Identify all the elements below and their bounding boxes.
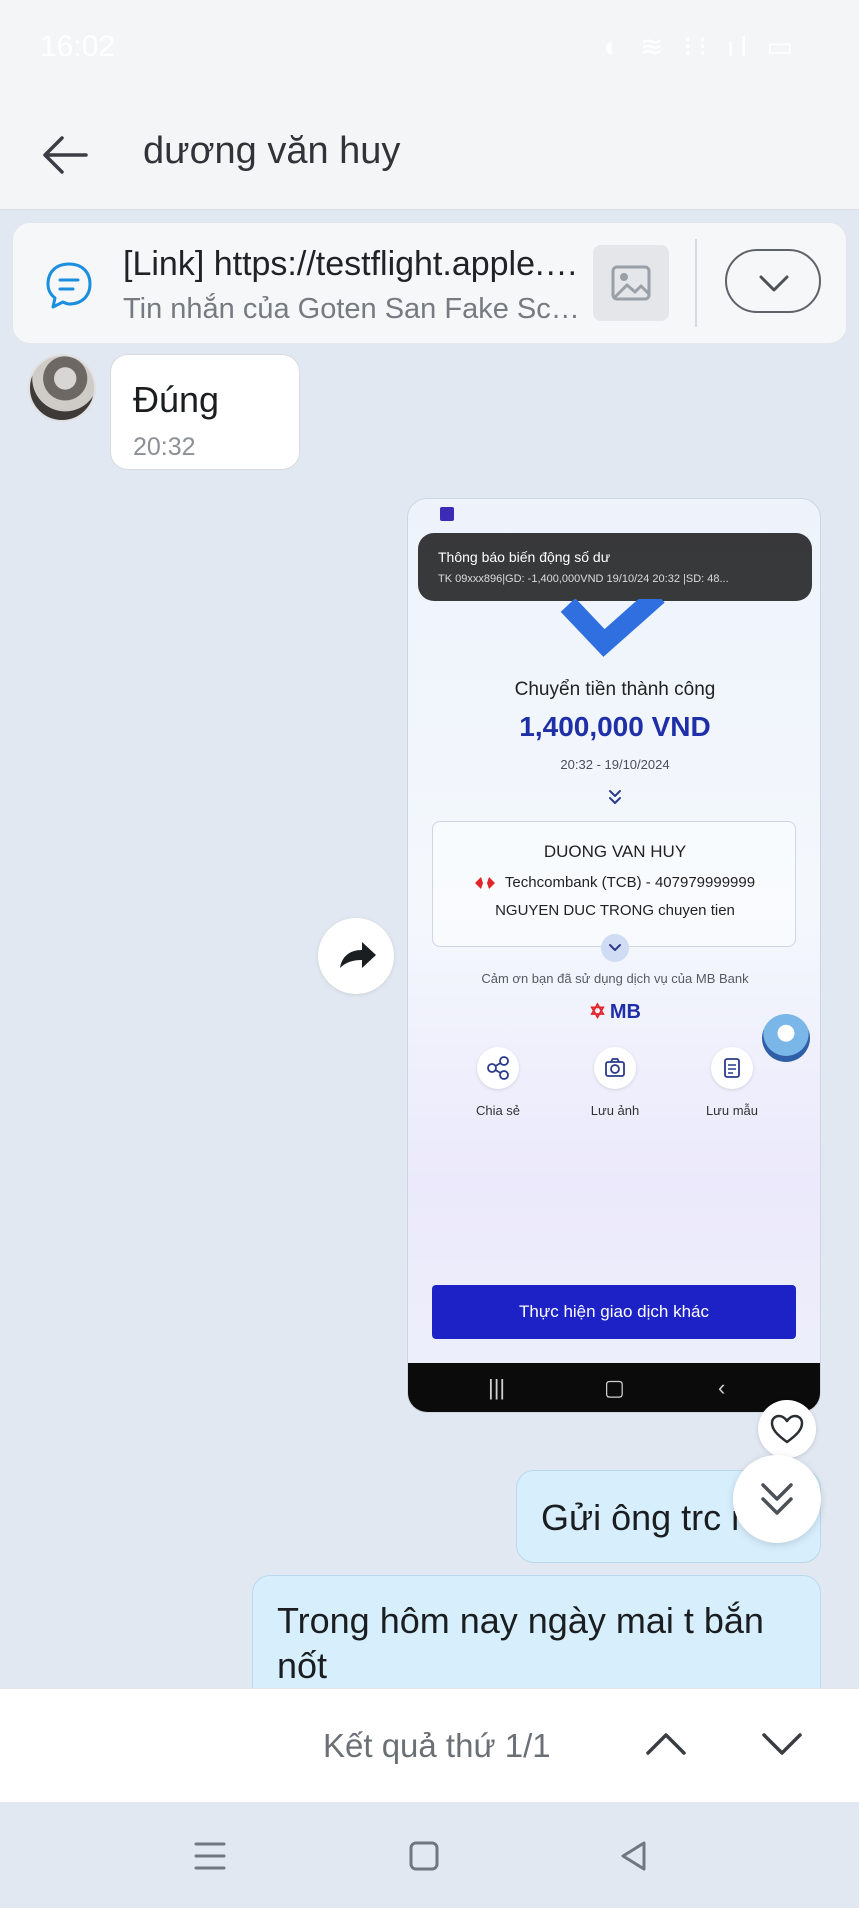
recipient-name: DUONG VAN HUY (543, 842, 687, 861)
shared-image-bank-transfer[interactable]: Thông báo biến động số dư TK 09xxx896|GD… (407, 498, 821, 1413)
document-icon (711, 1047, 753, 1089)
home-icon (409, 1841, 439, 1871)
pinned-subtitle: Tin nhắn của Goten San Fake Scam Bill (123, 293, 583, 325)
notification-body: TK 09xxx896|GD: -1,400,000VND 19/10/24 2… (438, 573, 729, 585)
share-icon (477, 1047, 519, 1089)
system-nav-bar (0, 1802, 859, 1908)
thanks-text: Cảm ơn bạn đã sử dụng dịch vụ của MB Ban… (481, 971, 749, 986)
back-triangle-icon (621, 1841, 646, 1871)
double-chevron-down-icon (761, 1483, 793, 1515)
status-bar: 16:02 ◐ ≋ ⁝⁝ ıl ▭ (0, 0, 859, 100)
expand-pinned-button[interactable] (725, 249, 821, 313)
recipient-bank-row: Techcombank (TCB) - 407979999999 (433, 874, 797, 891)
pinned-message[interactable]: [Link] https://testflight.apple.com/join… (12, 222, 847, 344)
share-label: Chia sẻ (475, 1103, 521, 1118)
save-template-label: Lưu mẫu (705, 1103, 759, 1118)
transfer-datetime: 20:32 - 19/10/2024 (560, 757, 670, 772)
transfer-amount: 1,400,000 VND (519, 711, 711, 742)
next-result-button[interactable] (756, 1717, 808, 1769)
transfer-memo: NGUYEN DUC TRONG chuyen tien (495, 902, 735, 919)
divider (695, 239, 697, 327)
balance-notification: Thông báo biến động số dư TK 09xxx896|GD… (418, 533, 812, 601)
status-icons: ◐ ≋ ⁝⁝ ıl ▭ (603, 31, 799, 62)
message-icon (43, 259, 95, 311)
search-result-bar: Kết quả thứ 1/1 (0, 1688, 859, 1802)
image-actions: Chia sẻ Lưu ảnh Lưu mẫu (408, 1047, 820, 1127)
image-icon (611, 265, 651, 301)
chat-header: dương văn huy (0, 100, 859, 210)
message-text: Trong hôm nay ngày mai t bắn nốt (277, 1600, 764, 1686)
recipient-bank: Techcombank (TCB) - 407979999999 (504, 874, 756, 891)
forward-button[interactable] (318, 918, 394, 994)
back-arrow-icon (43, 136, 88, 174)
scroll-to-bottom-button[interactable] (733, 1455, 821, 1543)
app-icon (440, 507, 454, 521)
success-text: Chuyển tiền thành công (514, 679, 716, 700)
chevron-down-icon (759, 275, 789, 292)
expand-details-icon (601, 934, 629, 962)
menu-icon (194, 1842, 226, 1870)
chevron-up-icon (646, 1733, 686, 1755)
mb-logo: ✡ MB (408, 999, 820, 1024)
search-result-count: Kết quả thứ 1/1 (323, 1727, 551, 1764)
home-outline-icon: ▢ (604, 1375, 625, 1400)
new-transaction-button: Thực hiện giao dịch khác (432, 1285, 796, 1339)
pinned-title: [Link] https://testflight.apple.com/join… (123, 245, 583, 283)
status-time: 16:02 (40, 30, 116, 63)
notification-title: Thông báo biến động số dư (438, 549, 611, 565)
techcombank-logo-icon (474, 877, 495, 890)
message-time: 20:32 (133, 433, 196, 461)
reaction-button[interactable] (758, 1400, 816, 1458)
recents-button[interactable] (190, 1836, 230, 1876)
message-bubble-incoming[interactable]: Đúng 20:32 (110, 354, 300, 470)
image-status-bar (408, 499, 820, 527)
heart-icon (770, 1414, 804, 1444)
chevron-left-icon: ‹ (718, 1375, 726, 1400)
home-button[interactable] (404, 1836, 444, 1876)
success-check-icon (558, 599, 668, 657)
pinned-thumbnail[interactable] (593, 245, 669, 321)
avatar[interactable] (28, 354, 96, 422)
save-template-action: Lưu mẫu (682, 1047, 782, 1127)
message-text: Đúng (133, 379, 220, 420)
save-image-action: Lưu ảnh (565, 1047, 665, 1127)
camera-icon (594, 1047, 636, 1089)
share-forward-icon (340, 942, 376, 968)
back-button[interactable] (38, 128, 92, 182)
share-action: Chia sẻ (448, 1047, 548, 1127)
system-back-button[interactable] (614, 1836, 654, 1876)
mb-brand: MB (609, 1001, 641, 1023)
previous-result-button[interactable] (640, 1717, 692, 1769)
recipient-card: DUONG VAN HUY Techcombank (TCB) - 407979… (432, 821, 797, 962)
save-image-label: Lưu ảnh (590, 1103, 640, 1118)
mb-star-icon: ✡ (589, 1001, 606, 1023)
chevron-down-icon (762, 1733, 802, 1755)
page-title: dương văn huy (143, 130, 401, 172)
double-chevron-icon (603, 787, 627, 807)
recents-icon: ||| (488, 1375, 506, 1400)
